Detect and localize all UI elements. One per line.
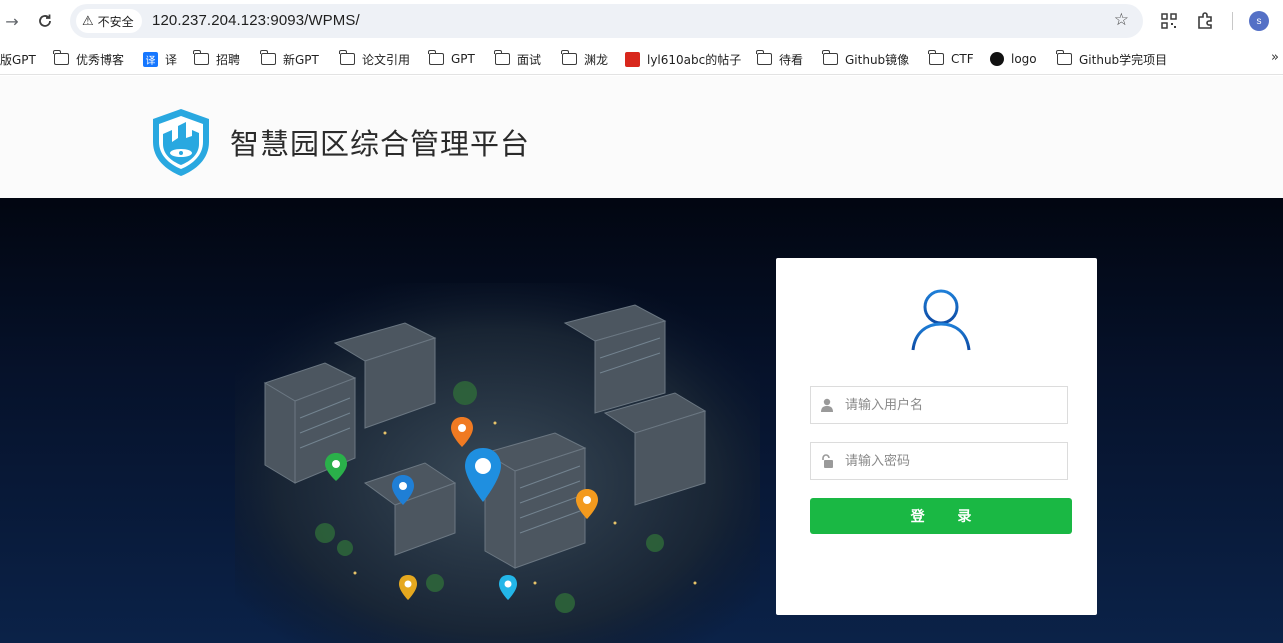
folder-icon [53, 50, 69, 65]
bookmark-item[interactable]: 招聘 [193, 50, 240, 68]
bookmark-item[interactable]: 译 译 [143, 50, 177, 68]
qr-code-icon[interactable] [1158, 10, 1180, 32]
translate-icon: 译 [143, 51, 158, 67]
shield-logo-icon [153, 109, 209, 176]
more-bookmarks-icon[interactable]: » [1271, 50, 1279, 65]
folder-icon [561, 50, 577, 65]
address-bar[interactable]: ⚠ 不安全 120.237.204.123:9093/WPMS/ ☆ [70, 4, 1143, 38]
folder-icon [193, 50, 209, 65]
username-field[interactable] [810, 386, 1068, 424]
bookmark-item[interactable]: logo [990, 50, 1037, 68]
apple-icon [990, 52, 1004, 66]
site-header: 智慧园区综合管理平台 [0, 76, 1283, 198]
security-label: 不安全 [97, 14, 134, 29]
bookmark-item[interactable]: 版GPT [0, 50, 36, 68]
profile-avatar[interactable]: s [1249, 11, 1269, 31]
warning-icon: ⚠ [82, 13, 94, 29]
bookmark-item[interactable]: 面试 [494, 50, 541, 68]
toolbar-divider [1232, 12, 1233, 30]
forward-icon[interactable]: → [0, 9, 24, 33]
login-button[interactable]: 登 录 [810, 498, 1072, 534]
folder-icon [928, 50, 944, 65]
bookmark-item[interactable]: GPT [428, 50, 475, 68]
user-avatar-icon [911, 289, 971, 351]
login-card: 登 录 [776, 258, 1097, 615]
url-text[interactable]: 120.237.204.123:9093/WPMS/ [152, 12, 360, 29]
bookmark-item[interactable]: 渊龙 [561, 50, 608, 68]
folder-icon [339, 50, 355, 65]
bookmark-item[interactable]: 论文引用 [339, 50, 410, 68]
bookmarks-bar: 版GPT 优秀博客 译 译 招聘 新GPT 论文引用 GPT 面试 渊龙 lyl… [0, 42, 1283, 75]
user-icon [821, 398, 833, 412]
password-input[interactable] [845, 443, 1065, 479]
username-input[interactable] [845, 387, 1065, 423]
bookmark-item[interactable]: 待看 [756, 50, 803, 68]
extensions-icon[interactable] [1194, 10, 1216, 32]
red-site-icon [625, 51, 640, 67]
reload-icon[interactable] [33, 9, 57, 33]
security-chip[interactable]: ⚠ 不安全 [76, 9, 142, 33]
bookmark-item[interactable]: 新GPT [260, 50, 319, 68]
folder-icon [1056, 50, 1072, 65]
lock-icon [822, 454, 833, 468]
bookmark-item[interactable]: 优秀博客 [53, 50, 124, 68]
folder-icon [260, 50, 276, 65]
page-title: 智慧园区综合管理平台 [230, 127, 531, 161]
bookmark-item[interactable]: Github镜像 [822, 50, 909, 68]
password-field[interactable] [810, 442, 1068, 480]
folder-icon [822, 50, 838, 65]
bookmark-item[interactable]: Github学完项目 [1056, 50, 1167, 68]
bookmark-item[interactable]: lyl610abc的帖子 [625, 50, 741, 68]
folder-icon [494, 50, 510, 65]
folder-icon [428, 50, 444, 65]
browser-toolbar: → ⚠ 不安全 120.237.204.123:9093/WPMS/ ☆ s [0, 0, 1283, 42]
park-map-illustration [235, 283, 760, 643]
folder-icon [756, 50, 772, 65]
bookmark-item[interactable]: CTF [928, 50, 974, 68]
bookmark-star-icon[interactable]: ☆ [1114, 10, 1129, 30]
